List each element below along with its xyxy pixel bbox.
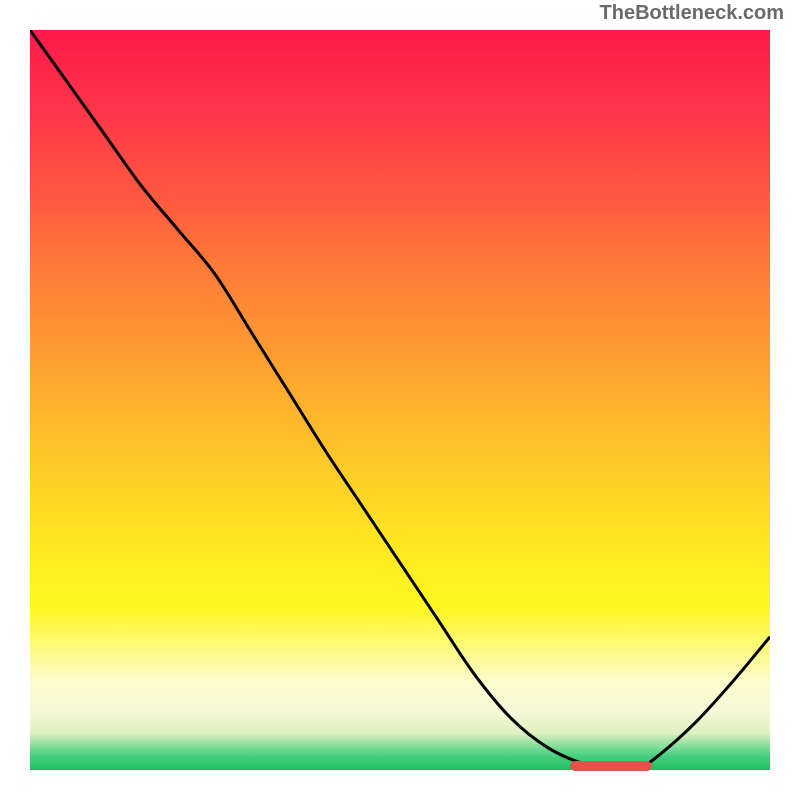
chart-plot-area (30, 30, 770, 770)
watermark-text: TheBottleneck.com (600, 2, 784, 25)
curve-line (30, 30, 770, 770)
marker-segment (570, 761, 651, 771)
chart-curve-svg (30, 30, 770, 770)
